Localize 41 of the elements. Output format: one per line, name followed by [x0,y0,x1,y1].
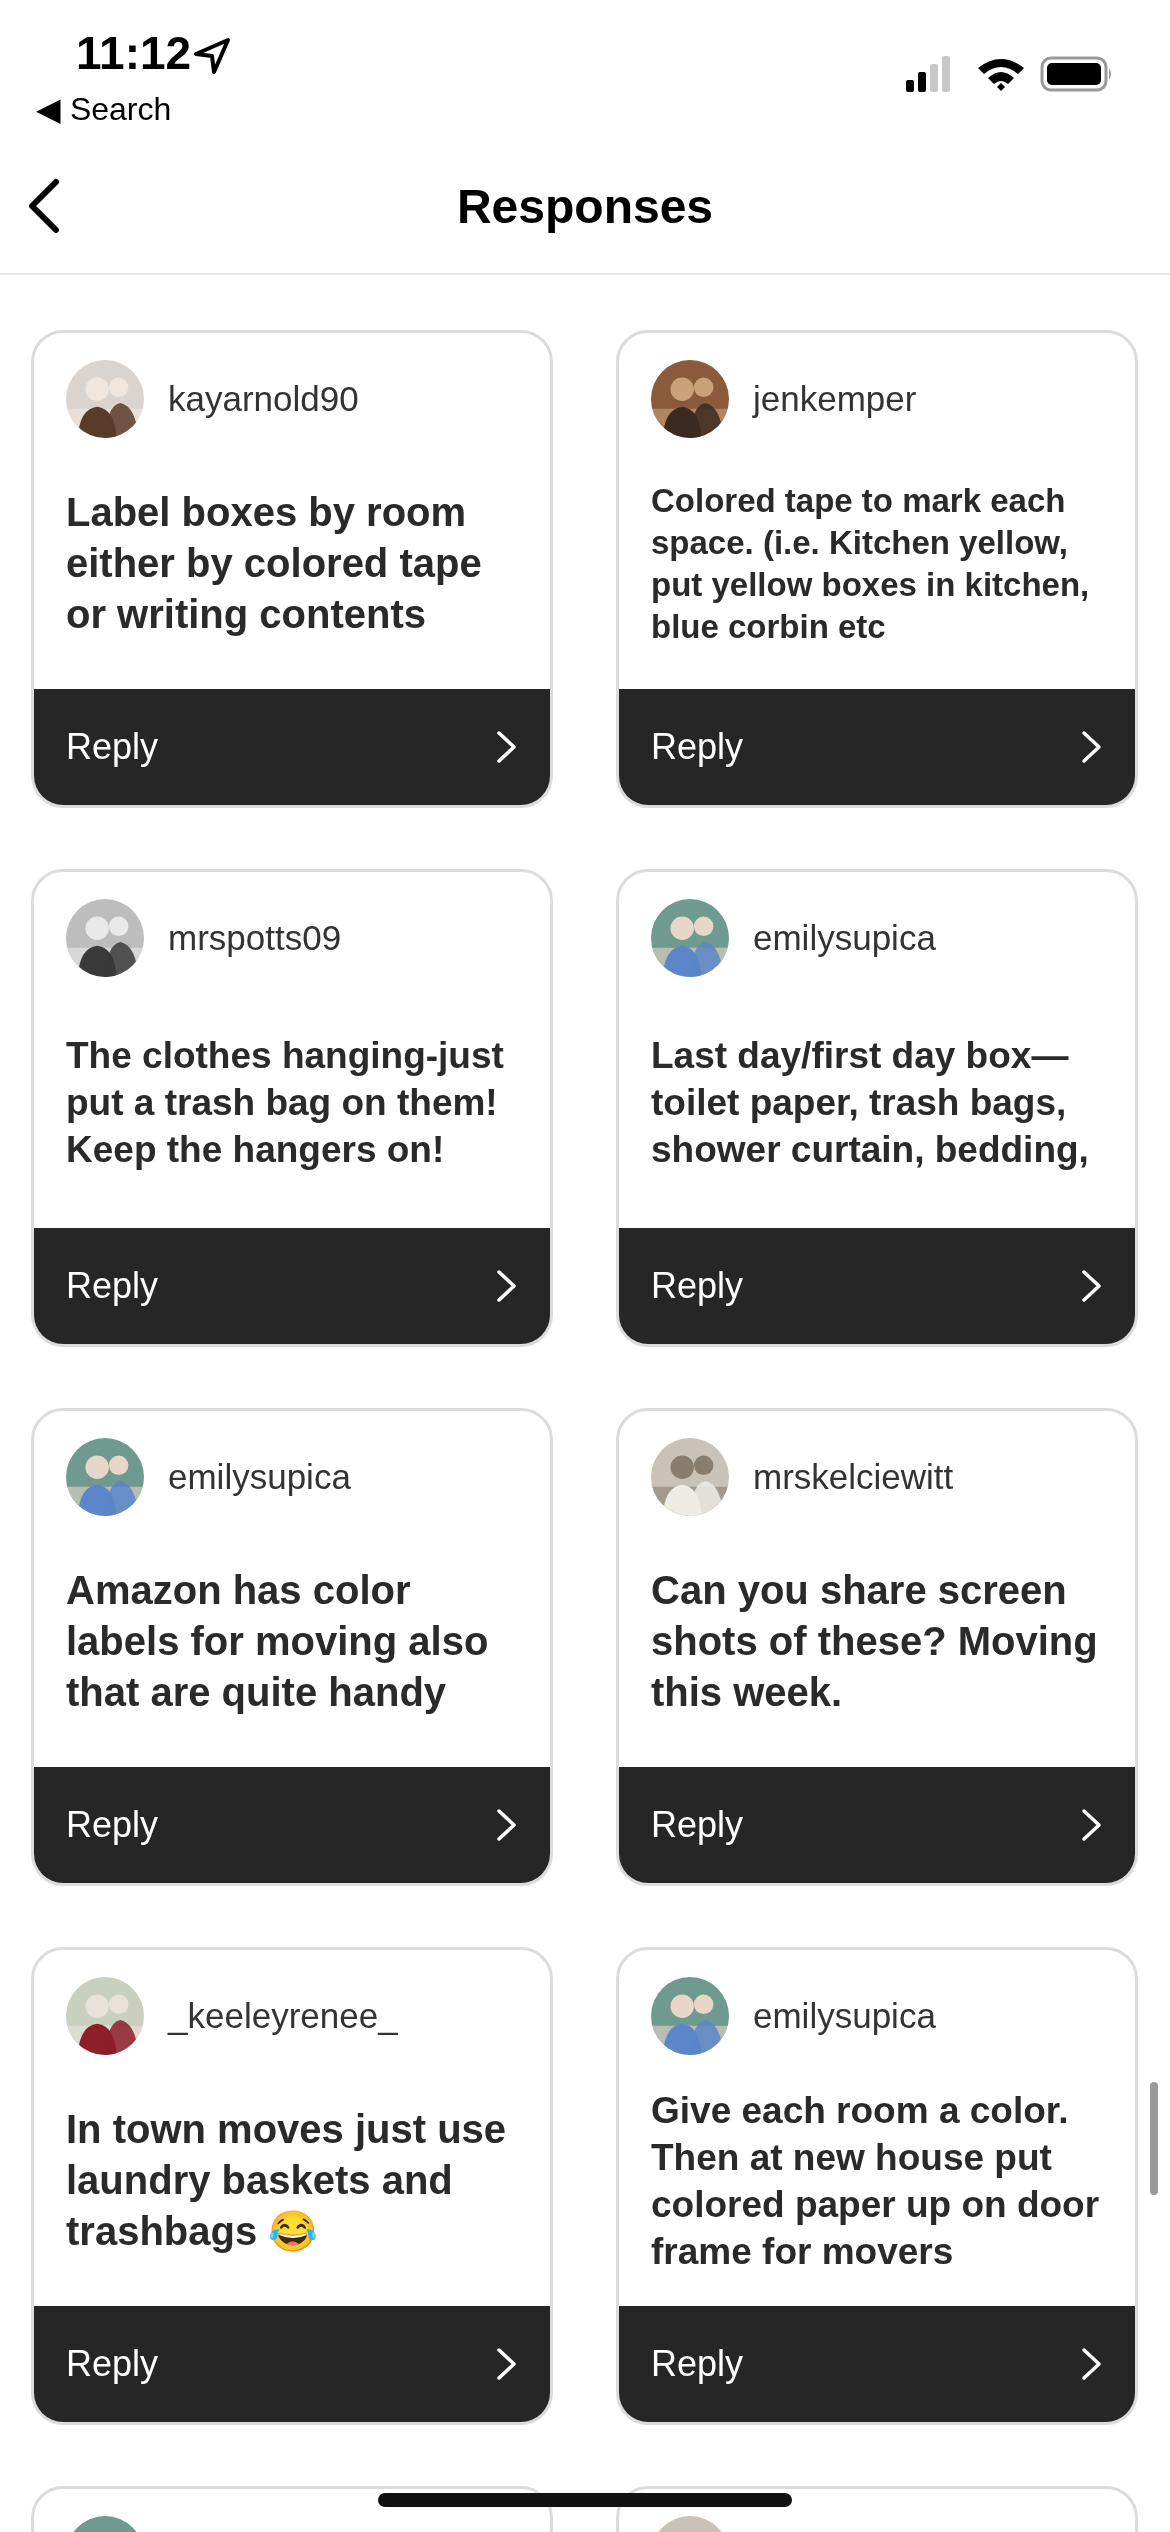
username[interactable]: mrspotts09 [168,918,342,958]
chevron-right-icon [1081,1269,1103,1303]
response-text: Last day/first day box—toilet paper, trash bags, shower curtain, bedding, [651,1034,1090,1172]
reply-button[interactable]: Reply [619,1228,1135,1344]
wifi-icon [976,56,1026,92]
chevron-right-icon [1081,1808,1103,1842]
username[interactable]: jenkemper [753,379,917,419]
reply-button[interactable]: Reply [619,2306,1135,2422]
response-text: The clothes hanging-just put a trash bag on them! Keep the hangers on! [66,1034,505,1172]
status-time: 11:12 [76,26,192,80]
location-arrow-icon [192,36,232,76]
response-text: Label boxes by room either by colored tape or writing contents [66,489,483,638]
username[interactable]: emilysupica [753,1996,936,2036]
page-title: Responses [456,179,714,234]
chevron-right-icon [496,1808,518,1842]
response-text: Can you share screen shots of these? Moving this week. [651,1567,1099,1716]
reply-button[interactable]: Reply [34,1228,550,1344]
back-to-search-link[interactable]: ◀ Search [36,90,172,128]
chevron-right-icon [1081,2347,1103,2381]
username[interactable]: _keeleyrenee_ [168,1996,398,2036]
reply-button[interactable]: Reply [619,689,1135,805]
chevron-right-icon [496,730,518,764]
username[interactable]: kayarnold90 [168,379,359,419]
reply-button[interactable]: Reply [34,2306,550,2422]
battery-icon [1040,56,1114,92]
response-text: In town moves just use laundry baskets and trashbags 😂 [66,2106,508,2255]
username[interactable]: emilysupica [753,918,936,958]
reply-button[interactable]: Reply [34,1767,550,1883]
response-text: Give each room a color. Then at new house put colored paper up on door frame for movers [651,2088,1101,2274]
chevron-right-icon [1081,730,1103,764]
reply-button[interactable]: Reply [34,689,550,805]
username[interactable]: emilysupica [168,1457,351,1497]
home-indicator[interactable] [378,2493,792,2507]
response-text: Amazon has color labels for moving also that are quite handy [66,1567,490,1716]
scrollbar[interactable] [1150,2082,1158,2195]
username[interactable]: mrskelciewitt [753,1457,954,1497]
response-text: Colored tape to mark each space. (i.e. Kitchen yellow, put yellow boxes in kitchen, blue corbin etc [651,480,1091,647]
chevron-right-icon [496,2347,518,2381]
reply-button[interactable]: Reply [619,1767,1135,1883]
chevron-right-icon [496,1269,518,1303]
signal-icon [906,56,950,92]
